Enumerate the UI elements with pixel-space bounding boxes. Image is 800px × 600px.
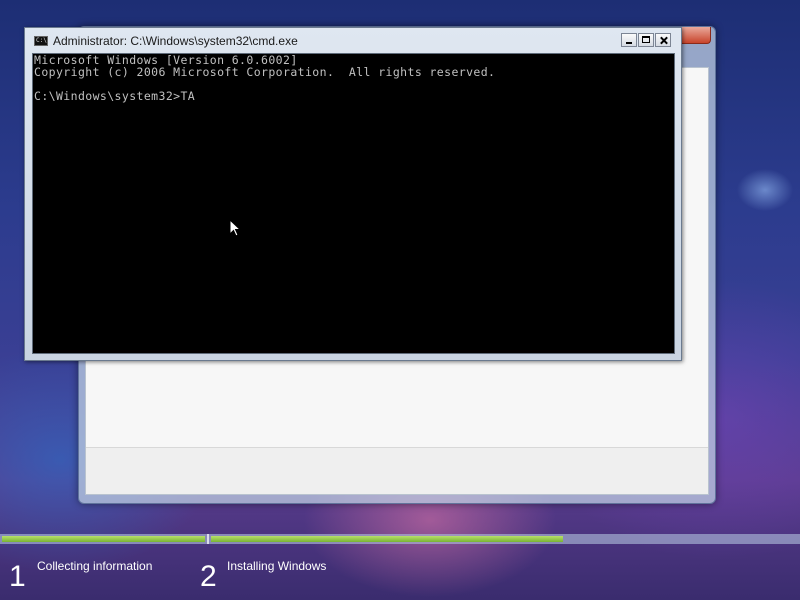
- console-output[interactable]: Microsoft Windows [Version 6.0.6002] Cop…: [32, 53, 675, 354]
- cmd-titlebar[interactable]: C:\ Administrator: C:\Windows\system32\c…: [25, 28, 681, 54]
- cmd-icon[interactable]: C:\: [34, 36, 48, 46]
- progress-divider: [207, 534, 209, 544]
- console-line: Copyright (c) 2006 Microsoft Corporation…: [34, 65, 496, 79]
- close-icon[interactable]: [655, 33, 671, 47]
- step-number-1: 1: [9, 560, 26, 593]
- cmd-icon-text: C:\: [36, 37, 47, 44]
- step-label-installing: Installing Windows: [227, 559, 327, 573]
- progress-segment-installing: [211, 536, 563, 542]
- progress-segment-collecting: [2, 536, 205, 542]
- setup-progress-bar: [0, 534, 800, 544]
- step-label-collecting: Collecting information: [37, 559, 153, 573]
- setup-footer: [86, 447, 708, 494]
- step-number-2: 2: [200, 560, 217, 593]
- cmd-window-title: Administrator: C:\Windows\system32\cmd.e…: [53, 34, 298, 48]
- minimize-icon[interactable]: [621, 33, 637, 47]
- maximize-icon[interactable]: [638, 33, 654, 47]
- console-prompt-line: C:\Windows\system32>TA: [34, 89, 196, 103]
- mouse-pointer-icon: [229, 219, 241, 237]
- cmd-window: C:\ Administrator: C:\Windows\system32\c…: [24, 27, 682, 361]
